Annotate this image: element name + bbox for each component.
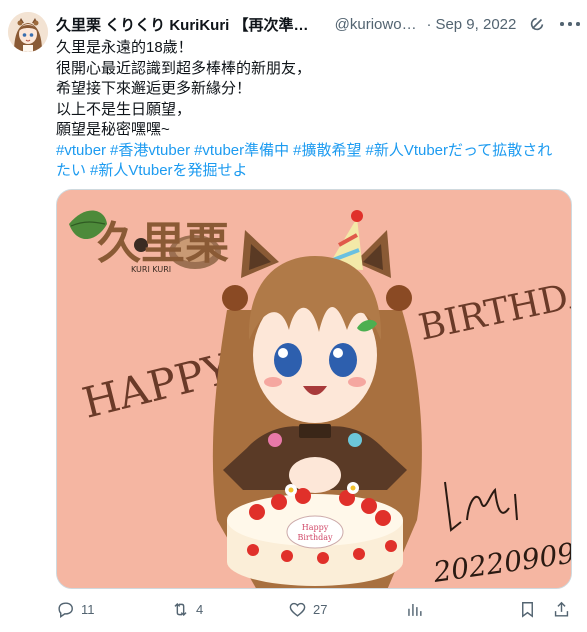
- repost-count: 4: [196, 602, 204, 617]
- avatar[interactable]: [8, 12, 48, 52]
- tweet-header: 久里栗 くりくり KuriKuri 【再次準備… @kuriowok… · Se…: [56, 13, 580, 35]
- logo-subtitle: KURI KURI: [131, 265, 171, 274]
- share-icon: [554, 601, 569, 617]
- text-line: 久里是永遠的18歲！: [56, 39, 193, 56]
- hashtag-link[interactable]: #新人Vtuberだって拡散され: [365, 142, 552, 159]
- like-button[interactable]: 27: [288, 600, 327, 619]
- separator-dot: ·: [426, 15, 432, 33]
- text-line: 願望是秘密嘿嘿~: [56, 121, 170, 138]
- repost-button[interactable]: 4: [171, 600, 203, 619]
- reply-count: 11: [81, 602, 95, 617]
- bookmark-button[interactable]: [518, 600, 537, 619]
- share-button[interactable]: [552, 600, 571, 619]
- bookmark-icon: [522, 602, 533, 618]
- hashtag-link[interactable]: #vtuber準備中: [194, 142, 289, 159]
- views-icon: [408, 603, 422, 616]
- tweet[interactable]: 久里栗 くりくり KuriKuri 【再次準備… @kuriowok… · Se…: [0, 0, 587, 632]
- user-handle[interactable]: @kuriowok…: [335, 16, 423, 33]
- hashtag-link[interactable]: たい: [56, 162, 86, 179]
- tweet-text: 久里是永遠的18歲！ 很開心最近認識到超多棒棒的新朋友， 希望接下來邂逅更多新緣…: [56, 38, 578, 182]
- views-button[interactable]: [405, 600, 424, 619]
- tweet-image[interactable]: 久里栗 KURI KURI HAPPY BIRTHDAY Happy Birth…: [56, 189, 572, 589]
- like-icon: [289, 602, 306, 617]
- display-name[interactable]: 久里栗 くりくり KuriKuri 【再次準備…: [56, 14, 319, 35]
- text-line: 以上不是生日願望，: [56, 100, 192, 118]
- logo-title: 久里栗: [97, 218, 229, 269]
- reply-icon: [58, 602, 73, 618]
- hashtag-line: #vtuber #香港vtuber #vtuber準備中 #擴散希望 #新人Vtuber…: [56, 141, 578, 162]
- tweet-date[interactable]: Sep 9, 2022: [435, 16, 516, 33]
- tweet-actions: 11 4 27: [56, 600, 576, 622]
- cake-plaque-line: Birthday: [297, 533, 333, 542]
- text-line: 希望接下來邂逅更多新緣分！: [56, 80, 252, 97]
- hashtag-link[interactable]: #vtuber: [56, 142, 106, 159]
- reply-button[interactable]: 11: [56, 600, 95, 619]
- grok-icon[interactable]: [528, 15, 546, 33]
- cake-plaque-line: Happy: [302, 523, 329, 532]
- hashtag-link[interactable]: #新人Vtuberを発掘せよ: [90, 162, 248, 179]
- repost-icon: [174, 602, 187, 617]
- hashtag-link[interactable]: #擴散希望: [293, 142, 361, 159]
- like-count: 27: [313, 602, 328, 617]
- hashtag-link[interactable]: #香港vtuber: [110, 142, 190, 159]
- more-icon[interactable]: [560, 15, 580, 33]
- text-line: 很開心最近認識到超多棒棒的新朋友，: [56, 59, 312, 77]
- hashtag-line: たい #新人Vtuberを発掘せよ: [56, 161, 578, 182]
